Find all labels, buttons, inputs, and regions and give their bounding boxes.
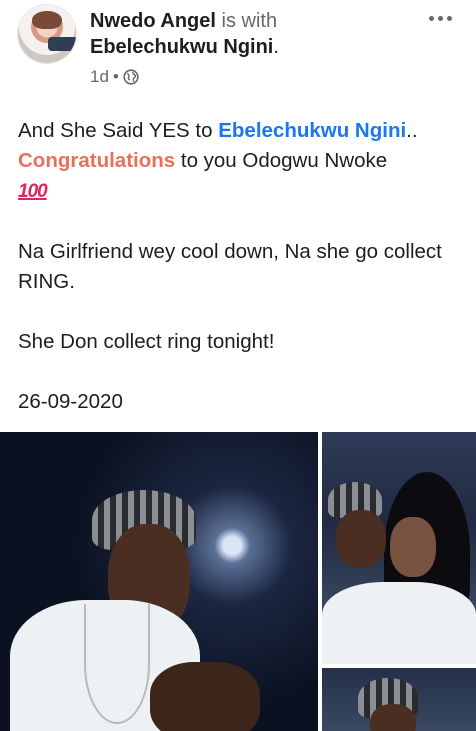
avatar-car: [48, 37, 76, 51]
photo-bottom-right[interactable]: [322, 668, 476, 731]
tag-period: .: [273, 36, 279, 58]
photo-main[interactable]: [0, 432, 318, 731]
chain-shape: [84, 604, 150, 724]
post-time[interactable]: 1d: [90, 67, 109, 87]
post-line-2: Congratulations to you Odogwu Nwoke: [18, 149, 388, 172]
photo-grid: [0, 432, 476, 731]
face-shape-bottom: [370, 704, 416, 731]
post-text: And She Said YES to Ebelechukwu Ngini.. …: [18, 116, 468, 417]
hundred-emoji-icon: 100: [18, 181, 48, 202]
globe-icon[interactable]: [123, 69, 139, 85]
congratulations-highlight: Congratulations: [18, 149, 176, 172]
tagged-person[interactable]: Ebelechukwu Ngini: [90, 36, 273, 58]
with-text: is with: [221, 10, 278, 32]
face-shape-small: [336, 510, 386, 568]
meta-separator: •: [112, 67, 119, 86]
bride-face-shape: [390, 517, 436, 577]
hand-shape: [150, 662, 260, 731]
post-meta: 1d •: [90, 67, 139, 87]
avatar-hair: [32, 11, 62, 29]
post-date: 26-09-2020: [18, 390, 123, 413]
shirt-shape-small: [322, 582, 476, 664]
tag-line: Ebelechukwu Ngini.: [90, 35, 279, 59]
author-name[interactable]: Nwedo Angel: [90, 10, 216, 32]
post-paragraph-3: She Don collect ring tonight!: [18, 330, 275, 353]
author-avatar[interactable]: [18, 5, 76, 63]
tagged-link[interactable]: Ebelechukwu Ngini: [218, 119, 406, 142]
post-paragraph-2: Na Girlfriend wey cool down, Na she go c…: [18, 240, 442, 293]
post-line-3: 100: [18, 176, 468, 207]
author-line: Nwedo Angel is with: [90, 9, 277, 33]
post-line-1: And She Said YES to Ebelechukwu Ngini..: [18, 119, 418, 142]
photo-top-right[interactable]: [322, 432, 476, 664]
more-options-icon[interactable]: [424, 6, 456, 30]
post-header: Nwedo Angel is with Ebelechukwu Ngini. 1…: [0, 0, 476, 92]
